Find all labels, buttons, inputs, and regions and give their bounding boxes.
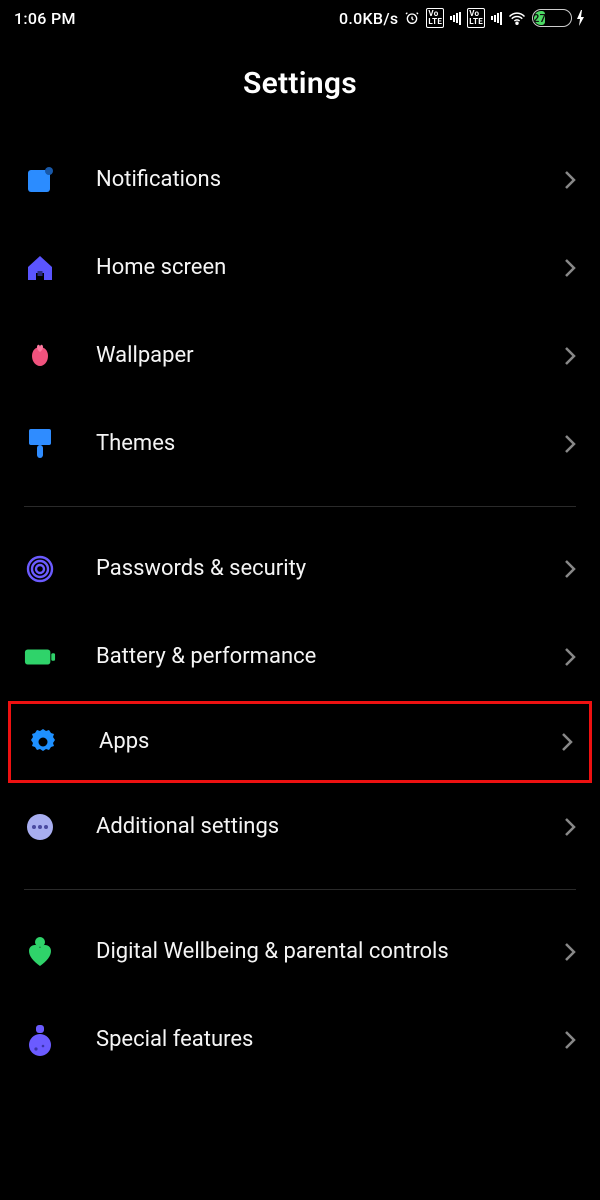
settings-row-additional-settings[interactable]: Additional settings bbox=[0, 783, 600, 871]
divider bbox=[24, 506, 576, 507]
signal-bars-1 bbox=[450, 11, 461, 25]
settings-row-battery-performance[interactable]: Battery & performance bbox=[0, 613, 600, 701]
settings-row-label: Home screen bbox=[96, 254, 564, 282]
settings-row-home-screen[interactable]: Home screen bbox=[0, 224, 600, 312]
page-title: Settings bbox=[0, 66, 600, 101]
brush-icon bbox=[24, 428, 56, 460]
chevron-right-icon bbox=[564, 434, 576, 454]
gear-icon bbox=[27, 726, 59, 758]
status-time: 1:06 PM bbox=[14, 9, 76, 28]
charging-icon bbox=[576, 10, 586, 26]
chevron-right-icon bbox=[564, 346, 576, 366]
settings-row-passwords-security[interactable]: Passwords & security bbox=[0, 525, 600, 613]
wifi-icon bbox=[508, 11, 526, 25]
settings-row-label: Passwords & security bbox=[96, 555, 564, 583]
chevron-right-icon bbox=[564, 942, 576, 962]
settings-group-0: Notifications Home screen Wallpaper Them… bbox=[0, 136, 600, 488]
settings-row-special-features[interactable]: Special features bbox=[0, 996, 600, 1084]
volte-icon-1: VoLTE bbox=[426, 8, 444, 28]
battery-icon bbox=[24, 641, 56, 673]
settings-row-label: Battery & performance bbox=[96, 643, 564, 671]
battery-indicator: 27 bbox=[532, 9, 572, 27]
chevron-right-icon bbox=[564, 258, 576, 278]
settings-row-label: Notifications bbox=[96, 166, 564, 194]
divider bbox=[24, 889, 576, 890]
chevron-right-icon bbox=[564, 817, 576, 837]
settings-row-label: Wallpaper bbox=[96, 342, 564, 370]
settings-row-label: Additional settings bbox=[96, 813, 564, 841]
settings-row-wallpaper[interactable]: Wallpaper bbox=[0, 312, 600, 400]
chevron-right-icon bbox=[561, 732, 573, 752]
settings-row-notifications[interactable]: Notifications bbox=[0, 136, 600, 224]
settings-row-label: Digital Wellbeing & parental controls bbox=[96, 938, 564, 966]
fingerprint-icon bbox=[24, 553, 56, 585]
flask-icon bbox=[24, 1024, 56, 1056]
status-right: 0.0KB/s VoLTE VoLTE 27 bbox=[339, 8, 586, 28]
volte-icon-2: VoLTE bbox=[467, 8, 485, 28]
status-bar: 1:06 PM 0.0KB/s VoLTE VoLTE 27 bbox=[0, 0, 600, 36]
alarm-icon bbox=[404, 10, 420, 26]
chevron-right-icon bbox=[564, 647, 576, 667]
settings-row-apps[interactable]: Apps bbox=[8, 701, 592, 783]
chevron-right-icon bbox=[564, 170, 576, 190]
home-icon bbox=[24, 252, 56, 284]
settings-row-label: Apps bbox=[99, 728, 561, 756]
notifications-icon bbox=[24, 164, 56, 196]
dots-icon bbox=[24, 811, 56, 843]
settings-row-themes[interactable]: Themes bbox=[0, 400, 600, 488]
chevron-right-icon bbox=[564, 559, 576, 579]
flower-icon bbox=[24, 340, 56, 372]
status-net-speed: 0.0KB/s bbox=[339, 9, 398, 28]
settings-group-2: Digital Wellbeing & parental controls Sp… bbox=[0, 908, 600, 1084]
settings-row-label: Special features bbox=[96, 1026, 564, 1054]
settings-row-label: Themes bbox=[96, 430, 564, 458]
chevron-right-icon bbox=[564, 1030, 576, 1050]
settings-group-1: Passwords & security Battery & performan… bbox=[0, 525, 600, 871]
signal-bars-2 bbox=[491, 11, 502, 25]
settings-row-digital-wellbeing[interactable]: Digital Wellbeing & parental controls bbox=[0, 908, 600, 996]
heart-icon bbox=[24, 936, 56, 968]
